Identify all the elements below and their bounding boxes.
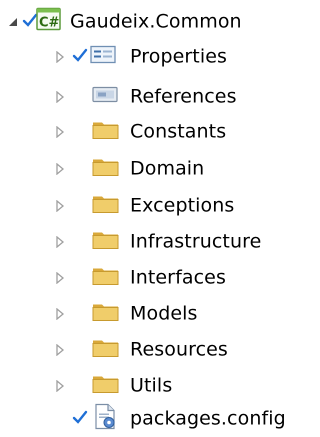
tree-item-interfaces[interactable]: Interfaces	[0, 260, 308, 296]
tree-item-label: Infrastructure	[130, 230, 262, 253]
collapsed-arrow-icon[interactable]	[53, 199, 67, 213]
references-icon	[92, 85, 118, 110]
collapsed-arrow-icon[interactable]	[53, 50, 67, 64]
folder-icon	[92, 301, 120, 328]
tree-item-utils[interactable]: Utils	[0, 368, 308, 404]
folder-icon	[92, 193, 120, 220]
tree-project-node[interactable]: C# Gaudeix.Common	[0, 4, 308, 40]
tree-item-label: Properties	[130, 45, 228, 68]
expanded-arrow-icon[interactable]	[6, 15, 20, 29]
collapsed-arrow-icon[interactable]	[53, 125, 67, 139]
folder-icon	[92, 119, 120, 146]
tree-item-label: Constants	[130, 120, 227, 143]
folder-icon	[92, 373, 120, 400]
folder-icon	[92, 337, 120, 364]
checked-in-icon	[72, 408, 88, 430]
tree-item-label: packages.config	[130, 407, 286, 430]
tree-item-label: References	[130, 85, 237, 108]
collapsed-arrow-icon[interactable]	[53, 343, 67, 357]
collapsed-arrow-icon[interactable]	[53, 307, 67, 321]
tree-item-label: Utils	[130, 374, 173, 397]
project-name: Gaudeix.Common	[70, 10, 242, 33]
tree-item-label: Exceptions	[130, 194, 235, 217]
collapsed-arrow-icon[interactable]	[53, 162, 67, 176]
tree-item-label: Models	[130, 302, 198, 325]
tree-item-resources[interactable]: Resources	[0, 332, 308, 368]
tree-item-domain[interactable]: Domain	[0, 151, 308, 187]
csharp-project-icon: C#	[36, 7, 62, 37]
svg-text:C#: C#	[39, 16, 60, 31]
tree-item-models[interactable]: Models	[0, 296, 308, 332]
tree-item-packages-config[interactable]: packages.config	[0, 401, 308, 437]
tree-item-label: Domain	[130, 157, 205, 180]
tree-item-label: Interfaces	[130, 266, 226, 289]
config-file-icon	[92, 403, 118, 435]
folder-icon	[92, 156, 120, 183]
collapsed-arrow-icon[interactable]	[53, 271, 67, 285]
collapsed-arrow-icon[interactable]	[53, 379, 67, 393]
tree-item-label: Resources	[130, 338, 228, 361]
tree-item-constants[interactable]: Constants	[0, 114, 308, 150]
tree-item-references[interactable]: References	[0, 79, 308, 115]
folder-icon	[92, 229, 120, 256]
folder-icon	[92, 265, 120, 292]
tree-item-exceptions[interactable]: Exceptions	[0, 188, 308, 224]
collapsed-arrow-icon[interactable]	[53, 90, 67, 104]
collapsed-arrow-icon[interactable]	[53, 235, 67, 249]
checked-in-icon	[72, 46, 88, 68]
properties-icon	[90, 45, 116, 70]
tree-item-infrastructure[interactable]: Infrastructure	[0, 224, 308, 260]
tree-item-properties[interactable]: Properties	[0, 39, 308, 75]
solution-explorer-tree: C# Gaudeix.Common Properties References …	[0, 0, 308, 437]
